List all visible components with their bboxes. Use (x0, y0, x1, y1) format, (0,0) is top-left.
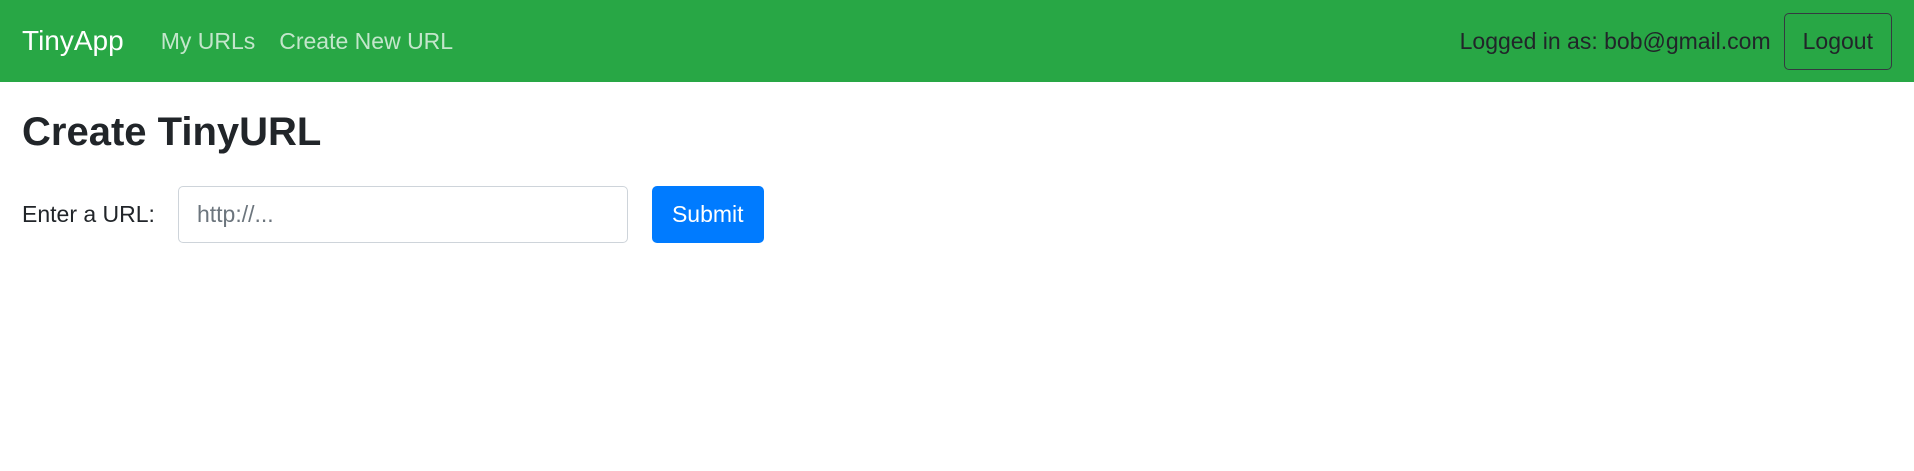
url-input[interactable] (177, 186, 628, 243)
page-title: Create TinyURL (22, 110, 322, 154)
create-url-form: Enter a URL: Submit (22, 186, 1892, 243)
nav-user-area: Logged in as: bob@gmail.com Logout (1459, 12, 1892, 70)
navbar: TinyApp My URLs Create New URL Logged in… (0, 0, 1914, 82)
logout-button[interactable]: Logout (1783, 12, 1892, 70)
nav-link-my-urls[interactable]: My URLs (161, 28, 256, 55)
main-content: Create TinyURL Enter a URL: Submit (0, 110, 1914, 243)
nav-link-create-new-url[interactable]: Create New URL (279, 28, 453, 55)
submit-button[interactable]: Submit (651, 186, 764, 243)
brand-link[interactable]: TinyApp (22, 25, 124, 57)
logged-in-text: Logged in as: bob@gmail.com (1459, 27, 1771, 54)
url-label: Enter a URL: (22, 201, 155, 227)
